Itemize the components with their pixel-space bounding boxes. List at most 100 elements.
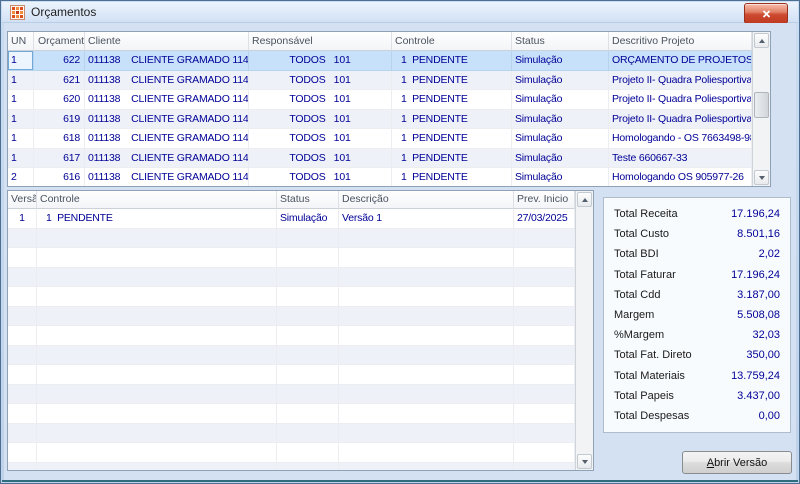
total-row: Total Receita 17.196,24 bbox=[614, 208, 780, 220]
versao-empty-row[interactable] bbox=[8, 287, 575, 307]
col-header-controle[interactable]: Controle bbox=[37, 191, 277, 209]
cell-un: 1 bbox=[8, 70, 34, 90]
col-header-orcamento[interactable]: Orçamento bbox=[34, 32, 85, 51]
cell-controle: 1 PENDENTE bbox=[392, 51, 512, 71]
total-label: Total Materiais bbox=[614, 369, 685, 382]
versao-empty-row[interactable] bbox=[8, 345, 575, 365]
orcamento-row[interactable]: 1 622 011138 CLIENTE GRAMADO 11432 TODOS… bbox=[8, 51, 752, 71]
cell-descritivo: Projeto II- Quadra Poliesportiva bbox=[609, 90, 752, 110]
total-label: Total Faturar bbox=[614, 268, 676, 281]
cell-responsavel: TODOS 101 bbox=[249, 109, 392, 129]
versoes-scrollbar[interactable] bbox=[575, 191, 593, 470]
total-label: Margem bbox=[614, 308, 655, 321]
cell-un: 1 bbox=[8, 109, 34, 129]
total-row: Total BDI 2,02 bbox=[614, 248, 780, 260]
orcamentos-scrollbar[interactable] bbox=[752, 32, 770, 186]
total-value: 17.196,24 bbox=[731, 208, 780, 220]
versoes-grid: Versão Controle Status Descrição Prev. I… bbox=[7, 190, 594, 471]
cell-cliente: 011138 CLIENTE GRAMADO 11432 bbox=[85, 70, 249, 90]
col-header-prev-inicio[interactable]: Prev. Inicio bbox=[514, 191, 575, 209]
orcamento-row[interactable]: 2 616 011138 CLIENTE GRAMADO 11432 TODOS… bbox=[8, 168, 752, 186]
cell-controle: 1 PENDENTE bbox=[392, 129, 512, 149]
cell-responsavel: TODOS 101 bbox=[249, 168, 392, 186]
total-value: 2,02 bbox=[758, 248, 780, 261]
title-bar[interactable]: Orçamentos bbox=[2, 2, 798, 23]
total-row: Total Materiais 13.759,24 bbox=[614, 370, 780, 382]
cell-controle: 1 PENDENTE bbox=[392, 148, 512, 168]
cell-responsavel: TODOS 101 bbox=[249, 51, 392, 71]
orcamento-row[interactable]: 1 621 011138 CLIENTE GRAMADO 11432 TODOS… bbox=[8, 70, 752, 90]
col-header-controle[interactable]: Controle bbox=[392, 32, 512, 51]
scrollbar-thumb[interactable] bbox=[754, 92, 769, 118]
versao-empty-row[interactable] bbox=[8, 384, 575, 404]
versoes-header-row: Versão Controle Status Descrição Prev. I… bbox=[8, 191, 575, 209]
cell-cliente: 011138 CLIENTE GRAMADO 11432 bbox=[85, 168, 249, 186]
orcamento-row[interactable]: 1 617 011138 CLIENTE GRAMADO 11432 TODOS… bbox=[8, 148, 752, 168]
cell-controle: 1 PENDENTE bbox=[392, 90, 512, 110]
total-row: Total Custo 8.501,16 bbox=[614, 228, 780, 240]
cell-controle: 1 PENDENTE bbox=[392, 168, 512, 186]
versao-empty-row[interactable] bbox=[8, 423, 575, 443]
button-label: brir Versão bbox=[714, 456, 768, 469]
col-header-status[interactable]: Status bbox=[512, 32, 609, 51]
cell-responsavel: TODOS 101 bbox=[249, 129, 392, 149]
cell-cliente: 011138 CLIENTE GRAMADO 11432 bbox=[85, 90, 249, 110]
col-header-descricao[interactable]: Descrição bbox=[339, 191, 514, 209]
cell-orcamento: 618 bbox=[34, 129, 85, 149]
cell-orcamento: 620 bbox=[34, 90, 85, 110]
versao-empty-row[interactable] bbox=[8, 443, 575, 463]
chevron-up-icon bbox=[581, 197, 588, 202]
cell-un: 1 bbox=[8, 90, 34, 110]
cell-descritivo: Homologando OS 905977-26 bbox=[609, 168, 752, 186]
cell-cliente: 011138 CLIENTE GRAMADO 11432 bbox=[85, 51, 249, 71]
orcamento-row[interactable]: 1 620 011138 CLIENTE GRAMADO 11432 TODOS… bbox=[8, 90, 752, 110]
versao-empty-row[interactable] bbox=[8, 462, 575, 470]
orcamento-row[interactable]: 1 618 011138 CLIENTE GRAMADO 11432 TODOS… bbox=[8, 129, 752, 149]
col-header-versao[interactable]: Versão bbox=[8, 191, 37, 209]
cell-responsavel: TODOS 101 bbox=[249, 70, 392, 90]
versao-empty-row[interactable] bbox=[8, 267, 575, 287]
window-title: Orçamentos bbox=[31, 5, 97, 19]
app-icon bbox=[10, 4, 25, 20]
cell-status: Simulação bbox=[512, 168, 609, 186]
col-header-status[interactable]: Status bbox=[277, 191, 339, 209]
versao-empty-row[interactable] bbox=[8, 306, 575, 326]
close-button[interactable] bbox=[744, 3, 788, 24]
scroll-up-button[interactable] bbox=[577, 192, 592, 207]
versao-empty-row[interactable] bbox=[8, 404, 575, 424]
versao-empty-row[interactable] bbox=[8, 248, 575, 268]
cell-descritivo: ORÇAMENTO DE PROJETOS- ROTEIRO bbox=[609, 51, 752, 71]
chevron-down-icon bbox=[758, 175, 765, 180]
cell-un: 1 bbox=[8, 129, 34, 149]
total-value: 8.501,16 bbox=[737, 228, 780, 241]
versao-empty-row[interactable] bbox=[8, 365, 575, 385]
button-accel: A bbox=[706, 456, 715, 469]
versao-row[interactable]: 1 1 PENDENTE Simulação Versão 1 27/03/20… bbox=[8, 209, 575, 229]
orcamentos-grid: UN Orçamento Cliente Responsável Control… bbox=[7, 31, 771, 187]
cell-status: Simulação bbox=[512, 70, 609, 90]
scroll-down-button[interactable] bbox=[577, 454, 592, 469]
total-label: Total Custo bbox=[614, 228, 670, 241]
total-value: 350,00 bbox=[746, 349, 780, 362]
col-header-descritivo[interactable]: Descritivo Projeto bbox=[609, 32, 752, 51]
cell-versao: 1 bbox=[8, 209, 37, 229]
col-header-responsavel[interactable]: Responsável bbox=[249, 32, 392, 51]
total-value: 3.187,00 bbox=[737, 288, 780, 301]
total-label: Total Papeis bbox=[614, 389, 674, 402]
cell-un: 2 bbox=[8, 168, 34, 186]
cell-responsavel: TODOS 101 bbox=[249, 148, 392, 168]
scroll-down-button[interactable] bbox=[754, 170, 769, 185]
totais-panel: Total Receita 17.196,24 Total Custo 8.501,… bbox=[603, 197, 791, 433]
total-value: 13.759,24 bbox=[731, 369, 780, 382]
col-header-cliente[interactable]: Cliente bbox=[85, 32, 249, 51]
abrir-versao-button[interactable]: Abrir Versão bbox=[682, 451, 792, 474]
orcamento-row[interactable]: 1 619 011138 CLIENTE GRAMADO 11432 TODOS… bbox=[8, 109, 752, 129]
total-row: Total Despesas 0,00 bbox=[614, 410, 780, 422]
cell-descritivo: Homologando - OS 7663498-98 bbox=[609, 129, 752, 149]
versao-empty-row[interactable] bbox=[8, 326, 575, 346]
col-header-un[interactable]: UN bbox=[8, 32, 34, 51]
cell-orcamento: 616 bbox=[34, 168, 85, 186]
scroll-up-button[interactable] bbox=[754, 33, 769, 48]
versao-empty-row[interactable] bbox=[8, 228, 575, 248]
total-value: 3.437,00 bbox=[737, 389, 780, 402]
